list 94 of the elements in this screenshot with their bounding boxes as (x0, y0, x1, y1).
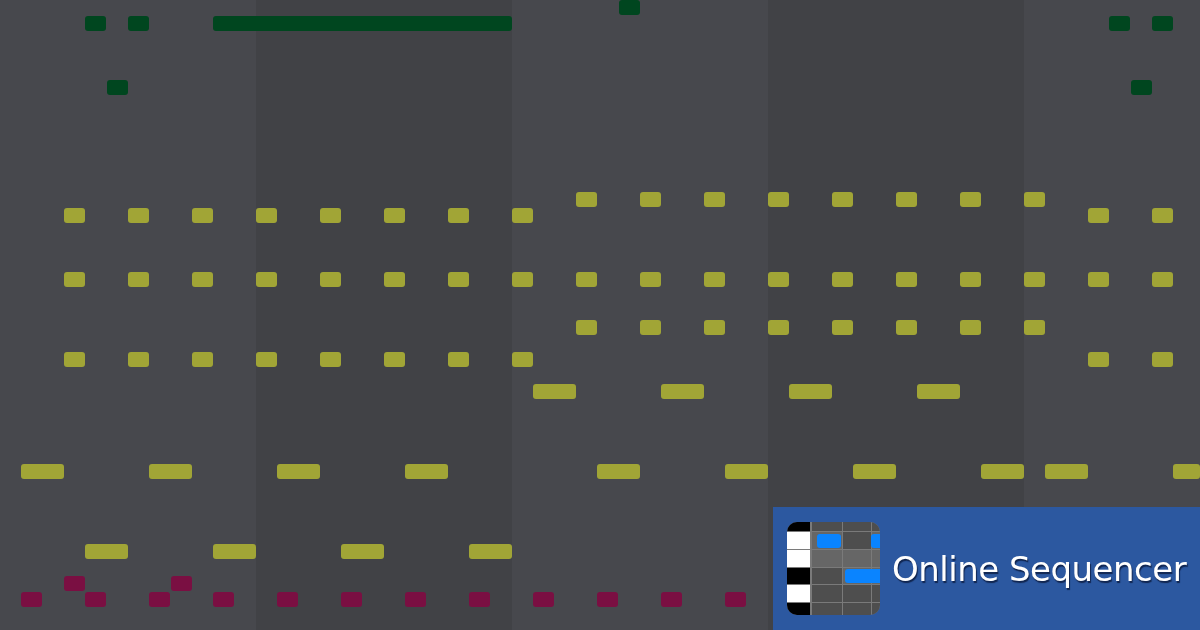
note (448, 352, 469, 367)
note (469, 592, 490, 607)
note (789, 384, 832, 399)
note (704, 320, 725, 335)
note (896, 320, 917, 335)
note (640, 272, 661, 287)
note (171, 576, 192, 591)
note (576, 272, 597, 287)
note (1173, 464, 1200, 479)
note (533, 592, 554, 607)
note (1131, 80, 1152, 95)
note (619, 0, 640, 15)
note (640, 320, 661, 335)
note (341, 592, 362, 607)
note (85, 544, 128, 559)
note (725, 464, 768, 479)
note (405, 464, 448, 479)
note (1152, 16, 1173, 31)
note (832, 272, 853, 287)
note (192, 352, 213, 367)
note (341, 544, 384, 559)
note (384, 272, 405, 287)
note (128, 208, 149, 223)
note (384, 208, 405, 223)
note (768, 320, 789, 335)
note (597, 592, 618, 607)
note (725, 592, 746, 607)
note (533, 384, 576, 399)
note (107, 80, 128, 95)
note (128, 352, 149, 367)
note (661, 592, 682, 607)
note (768, 192, 789, 207)
note (149, 464, 192, 479)
note (256, 352, 277, 367)
note (960, 272, 981, 287)
note (597, 464, 640, 479)
note (512, 272, 533, 287)
note (277, 464, 320, 479)
note (853, 464, 896, 479)
note (576, 192, 597, 207)
note (64, 272, 85, 287)
note (320, 208, 341, 223)
note (1152, 352, 1173, 367)
note (213, 544, 256, 559)
note (448, 208, 469, 223)
note (1152, 272, 1173, 287)
note (256, 208, 277, 223)
note (896, 272, 917, 287)
note (64, 208, 85, 223)
note (896, 192, 917, 207)
note (448, 272, 469, 287)
note (1088, 352, 1109, 367)
note (21, 592, 42, 607)
note (21, 464, 64, 479)
note (320, 272, 341, 287)
note (128, 16, 149, 31)
note (576, 320, 597, 335)
note (1088, 272, 1109, 287)
note (149, 592, 170, 607)
note (213, 592, 234, 607)
note (661, 384, 704, 399)
note (1045, 464, 1088, 479)
note (917, 384, 960, 399)
note (1109, 16, 1130, 31)
note (512, 352, 533, 367)
note (512, 208, 533, 223)
note (1024, 320, 1045, 335)
brand-title: Online Sequencer (892, 551, 1187, 586)
note (1088, 208, 1109, 223)
note (981, 464, 1024, 479)
note (1024, 272, 1045, 287)
note (192, 272, 213, 287)
note (85, 592, 106, 607)
note (768, 272, 789, 287)
note (640, 192, 661, 207)
note (405, 592, 426, 607)
note (128, 272, 149, 287)
note (1152, 208, 1173, 223)
note (704, 272, 725, 287)
note (469, 544, 512, 559)
note (832, 192, 853, 207)
note (704, 192, 725, 207)
note (832, 320, 853, 335)
note (192, 208, 213, 223)
note (85, 16, 106, 31)
note (64, 576, 85, 591)
note (384, 352, 405, 367)
note (960, 192, 981, 207)
note (256, 272, 277, 287)
note (320, 352, 341, 367)
note (960, 320, 981, 335)
note (277, 592, 298, 607)
note (64, 352, 85, 367)
note (1024, 192, 1045, 207)
